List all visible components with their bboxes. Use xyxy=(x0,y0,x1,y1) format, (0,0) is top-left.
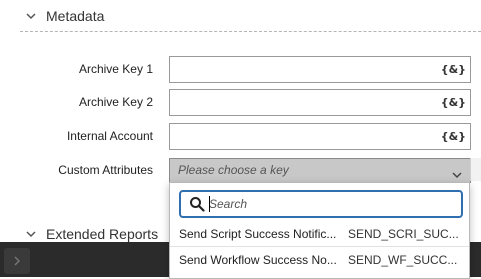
option-code: SEND_WF_SUCC... xyxy=(348,253,458,267)
internal-account-input[interactable]: {&} xyxy=(169,123,471,150)
section-divider xyxy=(20,31,481,32)
text-cursor xyxy=(209,196,210,212)
custom-attributes-dropdown: Send Script Success Notific... SEND_SCRI… xyxy=(169,182,470,279)
option-name: Send Workflow Success No... xyxy=(179,253,337,267)
add-attribute-button[interactable] xyxy=(470,158,481,181)
archive-key-1-row: Archive Key 1 {&} xyxy=(0,56,481,83)
extended-reports-section-title: Extended Reports xyxy=(46,226,159,242)
select-placeholder: Please choose a key xyxy=(178,163,289,177)
chevron-down-icon[interactable] xyxy=(22,225,40,243)
insert-variable-button[interactable]: {&} xyxy=(441,62,466,77)
search-icon xyxy=(189,196,205,212)
internal-account-label: Internal Account xyxy=(66,129,153,143)
archive-key-1-label: Archive Key 1 xyxy=(78,62,153,76)
custom-attributes-label: Custom Attributes xyxy=(58,163,153,177)
metadata-section-title: Metadata xyxy=(46,8,105,24)
archive-key-2-label: Archive Key 2 xyxy=(78,95,153,109)
custom-attributes-row: Custom Attributes Please choose a key xyxy=(0,158,481,185)
chevron-right-icon xyxy=(14,256,20,266)
dropdown-search-box[interactable] xyxy=(179,190,463,218)
expand-handle[interactable] xyxy=(4,248,30,274)
insert-variable-button[interactable]: {&} xyxy=(441,129,466,144)
dropdown-option[interactable]: Send Script Success Notific... SEND_SCRI… xyxy=(170,221,469,247)
insert-variable-button[interactable]: {&} xyxy=(441,95,466,110)
archive-key-1-input[interactable]: {&} xyxy=(169,56,471,83)
chevron-down-icon xyxy=(452,166,462,179)
internal-account-row: Internal Account {&} xyxy=(0,123,481,150)
chevron-down-icon[interactable] xyxy=(22,7,40,25)
metadata-section-header[interactable]: Metadata xyxy=(20,1,481,31)
archive-key-2-row: Archive Key 2 {&} xyxy=(0,89,481,116)
archive-key-2-input[interactable]: {&} xyxy=(169,89,471,116)
option-code: SEND_SCRI_SUC... xyxy=(348,227,459,241)
dropdown-search-input[interactable] xyxy=(209,194,449,214)
option-name: Send Script Success Notific... xyxy=(179,227,337,241)
custom-attributes-select[interactable]: Please choose a key xyxy=(169,158,471,183)
dropdown-option[interactable]: Send Workflow Success No... SEND_WF_SUCC… xyxy=(170,247,469,273)
